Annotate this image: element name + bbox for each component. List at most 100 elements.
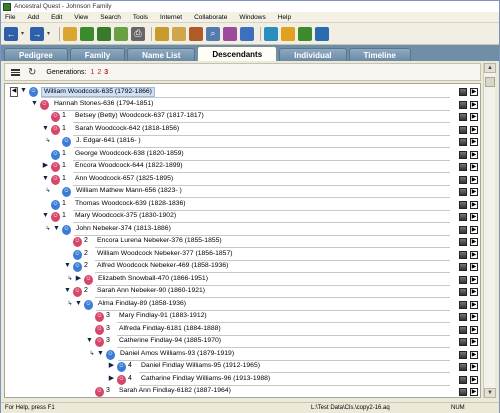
- tab-individual[interactable]: Individual: [279, 48, 347, 61]
- vertical-scrollbar[interactable]: ▲ ▼: [483, 63, 496, 398]
- dropdown-arrow-icon[interactable]: ▾: [47, 27, 53, 41]
- person-name[interactable]: Mary Findlay-91 (1883-1912): [117, 312, 209, 322]
- previous-generation-button[interactable]: ◀: [10, 87, 18, 97]
- go-to-person-arrow-icon[interactable]: ▶: [470, 150, 478, 159]
- individual-record-icon[interactable]: [459, 88, 467, 96]
- go-to-person-arrow-icon[interactable]: ▶: [470, 225, 478, 234]
- person-name[interactable]: Catherine Findlay-94 (1885-1970): [117, 337, 223, 347]
- web-button[interactable]: [298, 26, 312, 41]
- collapse-icon[interactable]: ▼: [31, 100, 38, 110]
- collapse-icon[interactable]: ▼: [53, 225, 60, 235]
- individual-record-icon[interactable]: [459, 263, 467, 271]
- menu-file[interactable]: File: [5, 14, 15, 21]
- person-name[interactable]: J. Edgar-641 (1816- ): [74, 137, 143, 147]
- tab-descendants[interactable]: Descendants: [197, 46, 278, 61]
- sources-button[interactable]: [189, 26, 203, 41]
- individual-record-icon[interactable]: [459, 275, 467, 284]
- person-name[interactable]: Mary Woodcock-375 (1830-1902): [73, 212, 178, 222]
- go-to-person-arrow-icon[interactable]: ▶: [470, 350, 478, 359]
- collapse-icon[interactable]: ▼: [42, 175, 49, 185]
- notes-button[interactable]: [172, 26, 186, 41]
- go-to-person-arrow-icon[interactable]: ▶: [470, 125, 478, 134]
- go-to-person-arrow-icon[interactable]: ▶: [470, 175, 478, 184]
- menu-search[interactable]: Search: [100, 14, 121, 21]
- go-to-person-arrow-icon[interactable]: ▶: [470, 313, 478, 321]
- menu-windows[interactable]: Windows: [239, 14, 265, 21]
- new-file-button[interactable]: [80, 26, 94, 41]
- tab-timeline[interactable]: Timeline: [348, 48, 411, 61]
- menu-view[interactable]: View: [74, 14, 88, 21]
- go-to-person-arrow-icon[interactable]: ▶: [470, 263, 478, 271]
- menu-collaborate[interactable]: Collaborate: [194, 14, 227, 21]
- individual-record-icon[interactable]: [459, 225, 467, 234]
- go-to-person-arrow-icon[interactable]: ▶: [470, 338, 478, 346]
- forward-arrow-button[interactable]: →: [30, 26, 44, 41]
- person-name[interactable]: Encora Woodcock-644 (1822-1899): [73, 162, 185, 172]
- go-to-person-arrow-icon[interactable]: ▶: [470, 213, 478, 221]
- person-name[interactable]: Sarah Ann Nebeker-90 (1860-1921): [95, 287, 207, 297]
- reports-button[interactable]: [264, 26, 278, 41]
- tab-family[interactable]: Family: [69, 48, 126, 61]
- expand-icon[interactable]: ▶: [75, 275, 82, 285]
- collapse-icon[interactable]: ▼: [75, 300, 82, 310]
- scroll-down-button[interactable]: ▼: [484, 388, 496, 398]
- go-to-person-arrow-icon[interactable]: ▶: [470, 325, 478, 334]
- individual-record-icon[interactable]: [459, 138, 467, 146]
- go-to-person-arrow-icon[interactable]: ▶: [470, 238, 478, 246]
- go-to-person-arrow-icon[interactable]: ▶: [470, 163, 478, 171]
- individual-record-icon[interactable]: [459, 300, 467, 309]
- expand-icon[interactable]: ▶: [108, 362, 115, 372]
- person-name[interactable]: John Nebeker-374 (1813-1886): [74, 225, 173, 235]
- tab-pedigree[interactable]: Pedigree: [4, 48, 68, 61]
- person-name[interactable]: George Woodcock-638 (1820-1859): [73, 150, 186, 160]
- person-name[interactable]: Catharine Findlay Williams-96 (1913-1988…: [139, 375, 272, 385]
- person-name[interactable]: William Woodcock Nebeker-377 (1856-1857): [95, 250, 235, 260]
- individual-record-icon[interactable]: [459, 288, 467, 296]
- scrapbook-button[interactable]: [240, 26, 254, 41]
- menu-tools[interactable]: Tools: [133, 14, 148, 21]
- edit-person-button[interactable]: [155, 26, 169, 41]
- collapse-icon[interactable]: ▼: [86, 337, 93, 347]
- timeline-button[interactable]: [223, 26, 237, 41]
- person-name[interactable]: Daniel Amos Williams-93 (1879-1919): [118, 350, 236, 360]
- individual-record-icon[interactable]: [459, 238, 467, 246]
- scroll-thumb[interactable]: [485, 77, 495, 87]
- menu-edit[interactable]: Edit: [51, 14, 62, 21]
- collapse-icon[interactable]: ▼: [20, 87, 27, 97]
- go-to-person-arrow-icon[interactable]: ▶: [470, 100, 478, 109]
- individual-record-icon[interactable]: [459, 363, 467, 371]
- individual-record-icon[interactable]: [459, 113, 467, 121]
- person-name[interactable]: Sarah Woodcock-642 (1818-1856): [73, 125, 181, 135]
- go-to-person-arrow-icon[interactable]: ▶: [470, 138, 478, 146]
- go-to-person-arrow-icon[interactable]: ▶: [470, 288, 478, 296]
- individual-record-icon[interactable]: [459, 163, 467, 171]
- generation-option[interactable]: 3: [104, 69, 108, 76]
- collapse-icon[interactable]: ▼: [64, 262, 71, 272]
- individual-record-icon[interactable]: [459, 188, 467, 196]
- collapse-icon[interactable]: ▼: [42, 125, 49, 135]
- back-arrow-button[interactable]: ←: [4, 26, 18, 41]
- person-name[interactable]: Ann Woodcock-657 (1825-1895): [73, 175, 175, 185]
- menu-add[interactable]: Add: [27, 14, 39, 21]
- individual-record-icon[interactable]: [459, 125, 467, 134]
- options-menu-icon[interactable]: [11, 68, 20, 76]
- go-to-person-arrow-icon[interactable]: ▶: [470, 188, 478, 196]
- refresh-icon[interactable]: ↻: [28, 67, 36, 78]
- individual-record-icon[interactable]: [459, 175, 467, 184]
- menu-help[interactable]: Help: [278, 14, 291, 21]
- individual-record-icon[interactable]: [459, 250, 467, 259]
- person-name[interactable]: Betsey (Betty) Woodcock-637 (1817-1817): [73, 112, 206, 122]
- charts-button[interactable]: [281, 26, 295, 41]
- person-name[interactable]: Encora Lurena Nebeker-376 (1855-1855): [95, 237, 224, 247]
- individual-record-icon[interactable]: [459, 100, 467, 109]
- go-to-person-arrow-icon[interactable]: ▶: [470, 88, 478, 96]
- individual-record-icon[interactable]: [459, 150, 467, 159]
- tab-name-list[interactable]: Name List: [127, 48, 196, 61]
- generation-option[interactable]: 2: [97, 69, 101, 76]
- individual-record-icon[interactable]: [459, 200, 467, 209]
- person-name[interactable]: Alma Findlay-89 (1858-1936): [96, 300, 188, 310]
- go-to-person-arrow-icon[interactable]: ▶: [470, 200, 478, 209]
- individual-record-icon[interactable]: [459, 325, 467, 334]
- download-button[interactable]: [97, 26, 111, 41]
- individual-record-icon[interactable]: [459, 338, 467, 346]
